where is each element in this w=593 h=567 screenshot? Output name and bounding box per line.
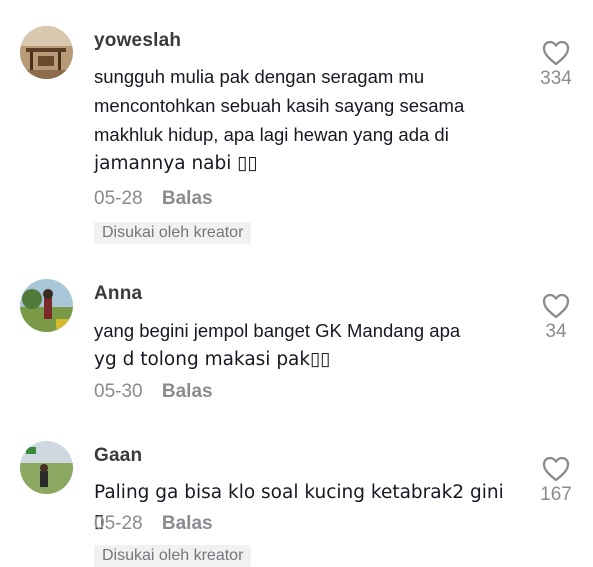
avatar[interactable] [20,279,73,332]
heart-icon [542,40,570,66]
comment-line: jamannya nabi ▯▯ [94,153,258,174]
comment-text: yang begini jempol banget GK Mandang apa… [94,316,514,374]
like-button[interactable]: 167 [532,456,580,506]
comment-meta: 05-28 Balas [94,188,213,210]
username[interactable]: Anna [94,283,142,305]
comment-line: sungguh mulia pak dengan seragam mu [94,66,425,87]
avatar[interactable] [20,26,73,79]
comment-date: 05-28 [94,513,143,534]
comment-meta: 05-28 Balas [94,513,213,535]
like-button[interactable]: 34 [532,293,580,343]
heart-icon [542,293,570,319]
avatar[interactable] [20,441,73,494]
comment-line: yang begini jempol banget GK Mandang apa [94,320,461,341]
like-count: 167 [540,484,572,505]
like-button[interactable]: 334 [532,40,580,90]
username[interactable]: Gaan [94,445,142,467]
like-count: 34 [545,321,567,342]
reply-button[interactable]: Balas [162,188,213,209]
comment-line: mencontohkan sebuah kasih sayang sesama [94,95,465,116]
comment-line: makhluk hidup, apa lagi hewan yang ada d… [94,124,449,145]
comment-meta: 05-30 Balas [94,381,213,403]
comment-date: 05-28 [94,188,143,209]
liked-by-creator-badge: Disukai oleh kreator [94,222,252,244]
liked-by-creator-badge: Disukai oleh kreator [94,545,252,567]
comment-date: 05-30 [94,381,143,402]
reply-button[interactable]: Balas [162,381,213,402]
comment-line: yg d tolong makasi pak▯▯ [94,349,331,370]
username[interactable]: yoweslah [94,30,181,52]
reply-button[interactable]: Balas [162,513,213,534]
heart-icon [542,456,570,482]
comment-text: sungguh mulia pak dengan seragam mu menc… [94,62,514,178]
like-count: 334 [540,68,572,89]
